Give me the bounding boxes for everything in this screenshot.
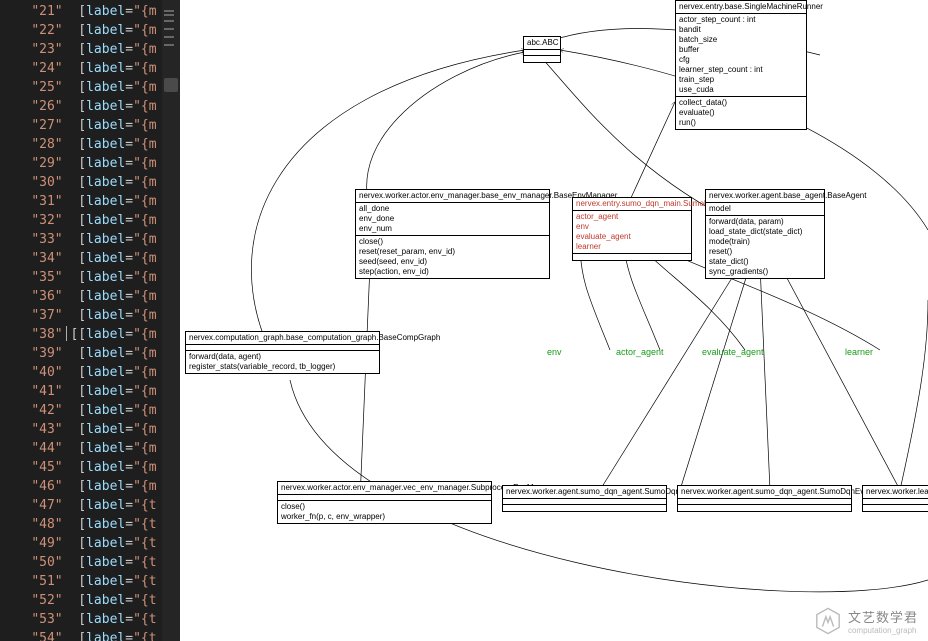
edge-label-learner: learner [845,347,873,357]
code-line[interactable]: "38" [[label="{m [0,325,162,344]
code-line[interactable]: "44" [label="{m [0,439,162,458]
uml-methods: close() worker_fn(p, c, env_wrapper) [278,501,491,523]
uml-title: nervex.computation_graph.base_computatio… [186,332,379,345]
uml-title: nervex.worker.agent.sumo_dqn_agent.SumoD… [503,486,666,499]
minimap-scrollbar[interactable] [162,0,180,641]
uml-methods [524,56,560,62]
code-line[interactable]: "31" [label="{m [0,192,162,211]
uml-node-single-machine-runner[interactable]: nervex.entry.base.SingleMachineRunner ac… [675,0,807,130]
code-line[interactable]: "33" [label="{m [0,230,162,249]
uml-methods: close() reset(reset_param, env_id) seed(… [356,236,549,278]
code-line[interactable]: "37" [label="{m [0,306,162,325]
code-line[interactable]: "49" [label="{t [0,534,162,553]
watermark-logo-icon [814,607,842,635]
code-line[interactable]: "39" [label="{m [0,344,162,363]
code-line[interactable]: "23" [label="{m [0,40,162,59]
cursor [66,326,67,341]
code-line[interactable]: "43" [label="{m [0,420,162,439]
uml-methods [863,505,928,511]
code-line[interactable]: "34" [label="{m [0,249,162,268]
edge-label-evaluate-agent: evaluate_agent [702,347,764,357]
uml-node-subprocess-env-manager[interactable]: nervex.worker.actor.env_manager.vec_env_… [277,481,492,524]
uml-node-sumo-runner[interactable]: nervex.entry.sumo_dqn_main.SumoRunner ac… [572,197,692,261]
uml-diagram-canvas[interactable]: abc.ABC nervex.entry.base.SingleMachineR… [180,0,928,641]
code-line[interactable]: "21" [label="{m [0,2,162,21]
uml-title: nervex.worker.agent.sumo_dqn_agent.SumoD… [678,486,851,499]
code-editor[interactable]: "21" [label="{m "22" [label="{m "23" [la… [0,0,162,641]
watermark-line1: 文艺数学君 [848,607,918,626]
code-line[interactable]: "27" [label="{m [0,116,162,135]
uml-methods: forward(data, agent) register_stats(vari… [186,351,379,373]
uml-title: nervex.worker.actor.env_manager.base_env… [356,190,549,203]
code-line[interactable]: "47" [label="{t [0,496,162,515]
watermark-line2: computation_graph [848,626,918,635]
uml-node-base-env-manager[interactable]: nervex.worker.actor.env_manager.base_env… [355,189,550,279]
code-line[interactable]: "22" [label="{m [0,21,162,40]
code-line[interactable]: "41" [label="{m [0,382,162,401]
uml-title: nervex.entry.base.SingleMachineRunner [676,1,806,14]
code-line[interactable]: "36" [label="{m [0,287,162,306]
uml-fields: model [706,203,824,216]
code-line[interactable]: "26" [label="{m [0,97,162,116]
code-line[interactable]: "45" [label="{m [0,458,162,477]
code-line[interactable]: "53" [label="{t [0,610,162,629]
uml-methods [573,254,691,260]
code-line[interactable]: "40" [label="{m [0,363,162,382]
scrollbar-thumb[interactable] [164,78,178,92]
code-line[interactable]: "24" [label="{m [0,59,162,78]
uml-node-base-agent[interactable]: nervex.worker.agent.base_agent.BaseAgent… [705,189,825,279]
uml-fields: all_done env_done env_num [356,203,549,236]
uml-fields: actor_agent env evaluate_agent learner [573,211,691,254]
code-line[interactable]: "42" [label="{m [0,401,162,420]
code-line[interactable]: "35" [label="{m [0,268,162,287]
uml-title: nervex.worker.actor.env_manager.vec_env_… [278,482,491,495]
code-line[interactable]: "29" [label="{m [0,154,162,173]
uml-node-sumo-evaluate-agent[interactable]: nervex.worker.agent.sumo_dqn_agent.SumoD… [677,485,852,512]
uml-node-base-comp-graph[interactable]: nervex.computation_graph.base_computatio… [185,331,380,374]
uml-methods [503,505,666,511]
code-line[interactable]: "51" [label="{t [0,572,162,591]
uml-node-abc[interactable]: abc.ABC [523,36,561,63]
uml-title: abc.ABC [524,37,560,50]
code-line[interactable]: "28" [label="{m [0,135,162,154]
code-line[interactable]: "25" [label="{m [0,78,162,97]
uml-title: nervex.worker.agent.base_agent.BaseAgent [706,190,824,203]
code-line[interactable]: "54" [label="{t [0,629,162,641]
uml-methods: forward(data, param) load_state_dict(sta… [706,216,824,278]
code-line[interactable]: "32" [label="{m [0,211,162,230]
code-line[interactable]: "52" [label="{t [0,591,162,610]
edge-label-env: env [547,347,562,357]
code-line[interactable]: "30" [label="{m [0,173,162,192]
uml-title: nervex.worker.learner.su [863,486,928,499]
uml-title: nervex.entry.sumo_dqn_main.SumoRunner [573,198,691,211]
watermark: 文艺数学君 computation_graph [814,607,918,635]
uml-node-sumo-actor-agent[interactable]: nervex.worker.agent.sumo_dqn_agent.SumoD… [502,485,667,512]
uml-node-sumo-learner[interactable]: nervex.worker.learner.su [862,485,928,512]
code-line[interactable]: "48" [label="{t [0,515,162,534]
uml-fields: actor_step_count : int bandit batch_size… [676,14,806,97]
uml-methods: collect_data() evaluate() run() [676,97,806,129]
code-line[interactable]: "50" [label="{t [0,553,162,572]
edge-label-actor-agent: actor_agent [616,347,664,357]
diagram-edges [180,0,928,641]
uml-methods [678,505,851,511]
code-line[interactable]: "46" [label="{m [0,477,162,496]
